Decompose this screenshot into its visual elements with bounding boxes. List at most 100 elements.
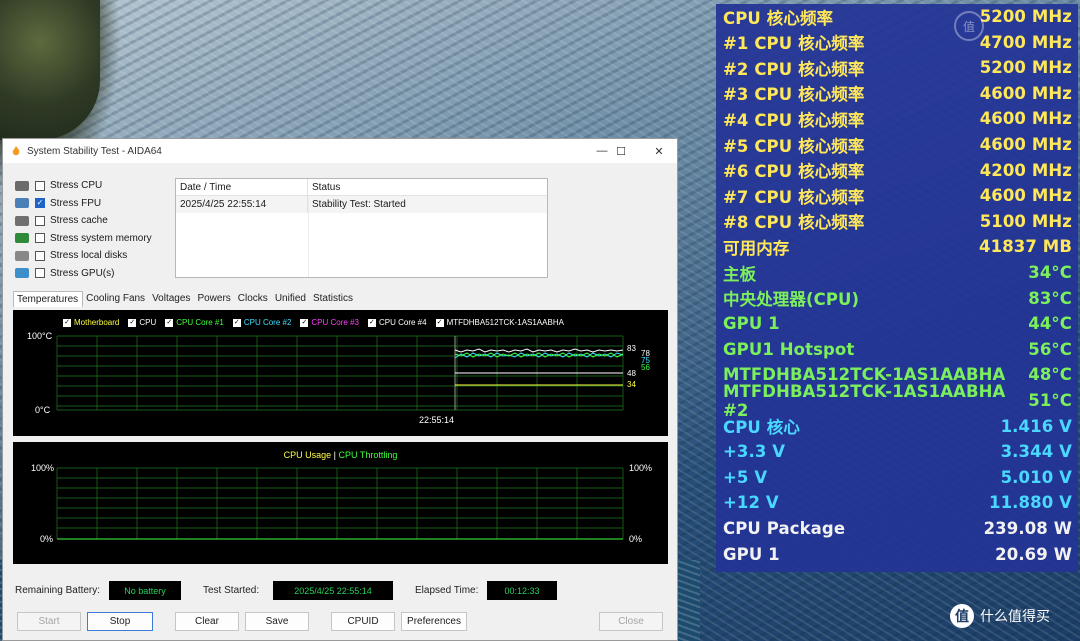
stress-gpu-option[interactable]: Stress GPU(s)	[15, 265, 165, 283]
stress-options-list: Stress CPU ✓ Stress FPU Stress cache Str…	[15, 177, 165, 282]
legend-motherboard[interactable]: ✓ Motherboard	[63, 318, 119, 327]
stress-cache-label: Stress cache	[50, 215, 108, 227]
legend-core3-label: CPU Core #3	[311, 318, 359, 327]
osd-label: +5 V	[723, 467, 768, 487]
legend-cpu-core-4[interactable]: ✓ CPU Core #4	[367, 318, 427, 327]
tab-temperatures[interactable]: Temperatures	[13, 291, 84, 307]
legend-cpu[interactable]: ✓ CPU	[128, 318, 156, 327]
memory-module-icon	[15, 233, 29, 244]
osd-row: 可用内存 41837 MB	[723, 234, 1072, 259]
maximize-button[interactable]: ☐	[607, 142, 635, 160]
osd-row: #5 CPU 核心频率 4600 MHz	[723, 132, 1072, 157]
stress-cache-checkbox[interactable]	[35, 215, 45, 226]
close-button[interactable]: Close	[599, 612, 663, 631]
log-header-status[interactable]: Status	[308, 179, 547, 195]
watermark: 值 什么值得买	[950, 604, 1050, 628]
disk-icon	[15, 250, 29, 261]
usage-axis-min-left: 0%	[40, 534, 54, 544]
cpu-core-temperature-line	[454, 352, 624, 359]
stress-fpu-checkbox[interactable]: ✓	[35, 198, 45, 209]
legend-core2-label: CPU Core #2	[243, 318, 292, 327]
osd-row: #1 CPU 核心频率 4700 MHz	[723, 30, 1072, 55]
clear-button[interactable]: Clear	[175, 612, 239, 631]
temp-end-value: 83	[627, 344, 636, 353]
tab-cooling-fans[interactable]: Cooling Fans	[83, 291, 149, 307]
legend-check-icon[interactable]: ✓	[435, 318, 444, 327]
legend-check-icon[interactable]: ✓	[367, 318, 376, 327]
temp-end-value: 56	[641, 363, 650, 372]
legend-cpu-core-1[interactable]: ✓ CPU Core #1	[165, 318, 224, 327]
legend-ssd[interactable]: ✓ MTFDHBA512TCK-1AS1AABHA	[435, 318, 564, 327]
stress-fpu-label: Stress FPU	[50, 197, 102, 209]
event-log-table[interactable]: Date / Time Status 2025/4/25 22:55:14 St…	[175, 178, 548, 278]
osd-value: 5200 MHz	[979, 7, 1072, 26]
cpuid-button[interactable]: CPUID	[331, 612, 395, 631]
log-header-datetime[interactable]: Date / Time	[176, 179, 308, 195]
temperature-grid	[56, 335, 624, 411]
cache-chip-icon	[15, 215, 29, 226]
stress-disks-checkbox[interactable]	[35, 250, 45, 261]
legend-check-icon[interactable]: ✓	[232, 318, 241, 327]
tab-statistics[interactable]: Statistics	[310, 291, 357, 307]
gpu-card-icon	[15, 268, 29, 279]
tab-unified[interactable]: Unified	[272, 291, 310, 307]
osd-label: #8 CPU 核心频率	[723, 213, 865, 233]
tab-powers[interactable]: Powers	[194, 291, 234, 307]
legend-cpu-core-3[interactable]: ✓ CPU Core #3	[300, 318, 359, 327]
osd-row: #8 CPU 核心频率 5100 MHz	[723, 209, 1072, 234]
preferences-button[interactable]: Preferences	[401, 612, 467, 631]
status-row: Remaining Battery: No battery Test Start…	[3, 579, 677, 603]
cpu-usage-graph: CPU Usage | CPU Throttling 100% 0% 100% …	[13, 442, 668, 564]
stress-cpu-option[interactable]: Stress CPU	[15, 177, 165, 195]
temp-time-label: 22:55:14	[419, 415, 455, 425]
osd-label: #1 CPU 核心频率	[723, 34, 865, 54]
cpu-usage-title: CPU Usage	[283, 450, 332, 460]
stress-disks-option[interactable]: Stress local disks	[15, 247, 165, 265]
osd-value: 4200 MHz	[979, 160, 1072, 180]
legend-cpu-core-2[interactable]: ✓ CPU Core #2	[232, 318, 292, 327]
osd-value: 11.880 V	[989, 493, 1072, 513]
battery-label: Remaining Battery:	[15, 585, 101, 596]
usage-graph-title: CPU Usage | CPU Throttling	[13, 450, 668, 460]
tab-voltages[interactable]: Voltages	[149, 291, 194, 307]
stress-cache-option[interactable]: Stress cache	[15, 212, 165, 230]
stress-memory-checkbox[interactable]	[35, 233, 45, 244]
start-button[interactable]: Start	[17, 612, 81, 631]
stress-cpu-checkbox[interactable]	[35, 180, 45, 191]
legend-cpu-label: CPU	[139, 318, 157, 327]
legend-check-icon[interactable]: ✓	[63, 318, 71, 327]
osd-label: #7 CPU 核心频率	[723, 187, 865, 207]
osd-value: 5200 MHz	[979, 58, 1072, 78]
legend-check-icon[interactable]: ✓	[165, 318, 174, 327]
osd-label: 中央处理器(CPU)	[723, 290, 860, 310]
graph-tabs: Temperatures Cooling Fans Voltages Power…	[13, 291, 357, 307]
save-button[interactable]: Save	[245, 612, 309, 631]
log-header-row: Date / Time Status	[176, 179, 547, 196]
temp-end-value: 34	[627, 380, 636, 389]
stress-fpu-option[interactable]: ✓ Stress FPU	[15, 195, 165, 213]
osd-label: #2 CPU 核心频率	[723, 59, 865, 79]
tab-clocks[interactable]: Clocks	[235, 291, 272, 307]
osd-value: 5.010 V	[1000, 467, 1072, 487]
osd-value: 83°C	[1028, 288, 1072, 308]
osd-row: #4 CPU 核心频率 4600 MHz	[723, 106, 1072, 131]
sensor-osd-panel: CPU 核心频率 5200 MHz #1 CPU 核心频率 4700 MHz #2 …	[716, 4, 1078, 572]
log-row[interactable]: 2025/4/25 22:55:14 Stability Test: Start…	[176, 196, 547, 213]
aida64-stability-window: System Stability Test - AIDA64 — ☐ ✕ Str…	[2, 138, 678, 641]
stress-gpu-label: Stress GPU(s)	[50, 267, 115, 279]
close-window-button[interactable]: ✕	[645, 142, 673, 160]
stress-memory-option[interactable]: Stress system memory	[15, 230, 165, 248]
osd-label: +12 V	[723, 493, 779, 513]
osd-value: 4600 MHz	[979, 186, 1072, 206]
osd-label: CPU Package	[723, 519, 846, 538]
osd-label: #6 CPU 核心频率	[723, 162, 865, 182]
osd-value: 41837 MB	[979, 237, 1072, 257]
osd-value: 20.69 W	[995, 544, 1072, 564]
fpu-stack-icon	[15, 198, 29, 209]
legend-check-icon[interactable]: ✓	[300, 318, 309, 327]
osd-row: +12 V 11.880 V	[723, 490, 1072, 515]
stop-button[interactable]: Stop	[87, 612, 153, 631]
legend-check-icon[interactable]: ✓	[128, 318, 137, 327]
stress-gpu-checkbox[interactable]	[35, 268, 45, 279]
watermark-logo-icon: 值	[950, 604, 974, 628]
